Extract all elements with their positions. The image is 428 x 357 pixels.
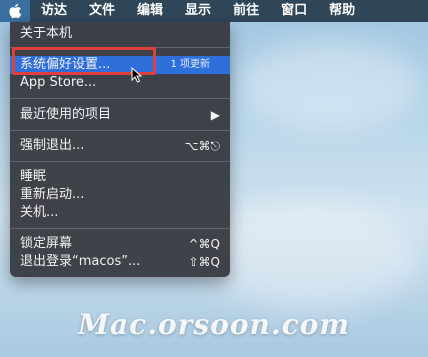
menu-separator xyxy=(10,98,230,99)
menu-item-recent-items[interactable]: 最近使用的项目 ▶ xyxy=(10,106,230,124)
shortcut-label: ⇧⌘Q xyxy=(188,255,221,269)
menu-edit[interactable]: 编辑 xyxy=(126,0,174,22)
shortcut-label: ⌥⌘⎋ xyxy=(184,139,220,153)
menu-file[interactable]: 文件 xyxy=(78,0,126,22)
menu-item-label: 重新启动... xyxy=(20,187,85,202)
menu-go[interactable]: 前往 xyxy=(222,0,270,22)
menu-item-label: 退出登录“macos”... xyxy=(20,254,141,269)
menu-separator xyxy=(10,130,230,131)
menu-separator xyxy=(10,161,230,162)
menu-item-force-quit[interactable]: 强制退出... ⌥⌘⎋ xyxy=(10,137,230,155)
menu-bar: 访达 文件 编辑 显示 前往 窗口 帮助 xyxy=(0,0,428,22)
menu-item-label: 关于本机 xyxy=(20,26,73,41)
mouse-pointer-icon xyxy=(131,67,143,83)
menu-window[interactable]: 窗口 xyxy=(270,0,318,22)
watermark-text: Mac.orsoon.com xyxy=(78,308,350,341)
menu-item-restart[interactable]: 重新启动... xyxy=(10,186,230,204)
background-cloud xyxy=(200,200,420,310)
menu-item-lock-screen[interactable]: 锁定屏幕 ^⌘Q xyxy=(10,235,230,253)
menu-item-about[interactable]: 关于本机 xyxy=(10,25,230,43)
menu-item-shutdown[interactable]: 关机... xyxy=(10,204,230,222)
chevron-right-icon: ▶ xyxy=(210,108,220,122)
menu-item-logout[interactable]: 退出登录“macos”... ⇧⌘Q xyxy=(10,253,230,271)
menu-item-label: 锁定屏幕 xyxy=(20,236,73,251)
menu-view[interactable]: 显示 xyxy=(174,0,222,22)
update-badge: 1 项更新 xyxy=(170,59,210,70)
apple-logo-icon xyxy=(9,3,22,19)
menu-item-label: 强制退出... xyxy=(20,138,85,153)
menu-item-label: 睡眠 xyxy=(20,169,47,184)
menu-item-label: 关机... xyxy=(20,205,59,220)
menu-separator xyxy=(10,228,230,229)
menu-item-app-store[interactable]: App Store... xyxy=(10,74,230,92)
shortcut-label: ^⌘Q xyxy=(188,237,221,251)
menu-finder[interactable]: 访达 xyxy=(30,0,78,22)
menu-item-sleep[interactable]: 睡眠 xyxy=(10,168,230,186)
apple-menu-button[interactable] xyxy=(0,0,30,22)
background-cloud xyxy=(240,40,420,130)
menu-item-label: App Store... xyxy=(20,75,97,90)
menu-help[interactable]: 帮助 xyxy=(318,0,366,22)
menu-item-label: 最近使用的项目 xyxy=(20,107,112,122)
